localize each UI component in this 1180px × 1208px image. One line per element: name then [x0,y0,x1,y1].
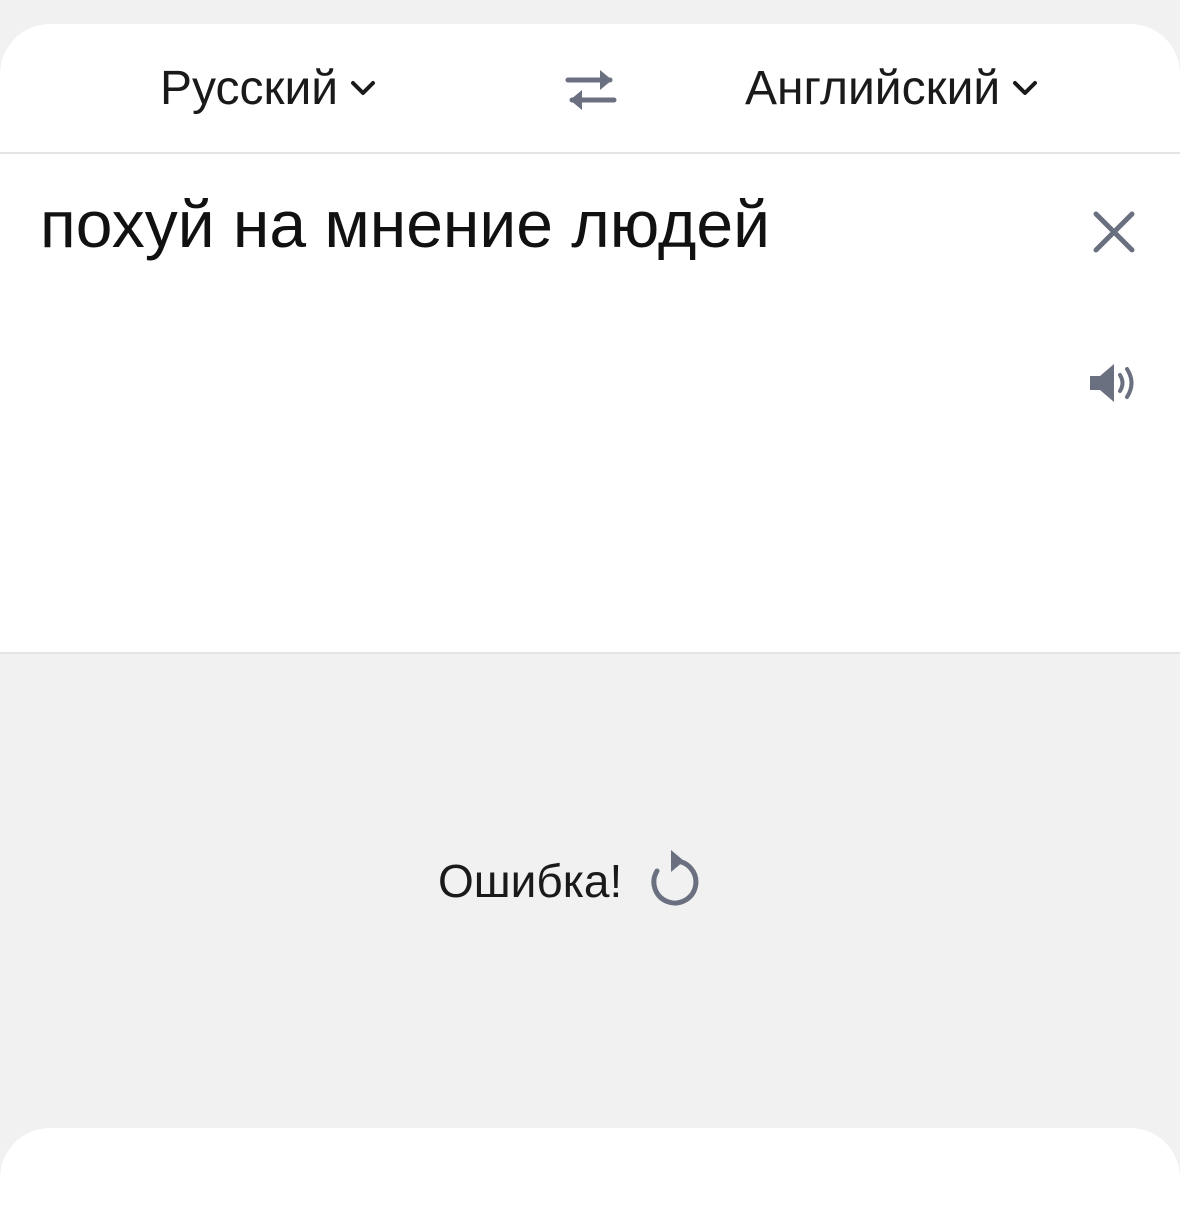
target-language-label: Английский [745,61,1001,115]
refresh-icon[interactable] [644,850,706,912]
speaker-icon[interactable] [1086,358,1142,408]
translator-card: Русский Английский похуй на мнение людей [0,24,1180,1100]
source-language-selector[interactable]: Русский [160,60,378,116]
target-language-selector[interactable]: Английский [745,60,1040,116]
language-bar: Русский Английский [0,24,1180,154]
chevron-down-icon [351,81,376,95]
source-text[interactable]: похуй на мнение людей [40,184,770,264]
chevron-down-icon [1013,81,1038,95]
source-language-label: Русский [160,61,339,115]
close-icon[interactable] [1088,206,1140,258]
source-text-area[interactable]: похуй на мнение людей [0,154,1180,652]
error-message-row: Ошибка! [438,846,706,916]
error-message: Ошибка! [438,855,623,907]
translation-result-area: Ошибка! [0,652,1180,1100]
bottom-panel [0,1128,1180,1208]
swap-languages-icon[interactable] [562,64,620,114]
